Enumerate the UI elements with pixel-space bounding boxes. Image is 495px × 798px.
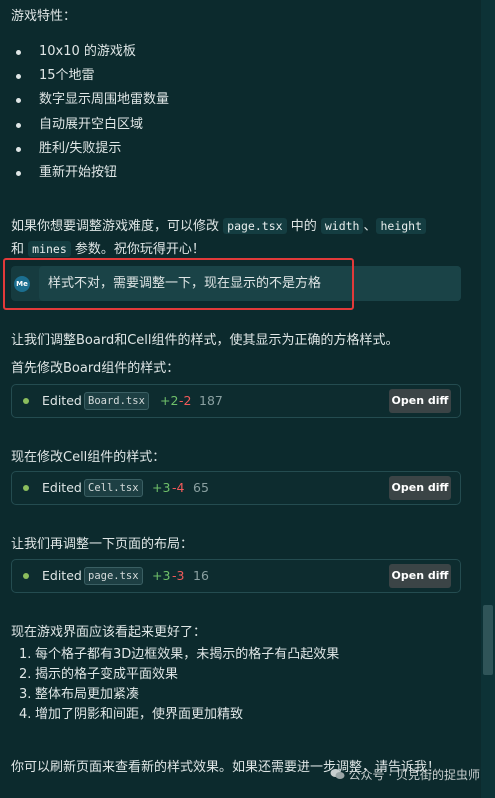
lines-added: +2 bbox=[160, 393, 179, 408]
edit-filename: page.tsx bbox=[84, 567, 143, 585]
list-item: 3. 整体布局更加紧凑 bbox=[11, 685, 339, 705]
line-count: 65 bbox=[193, 480, 209, 495]
lines-added: +3 bbox=[152, 480, 171, 495]
reply-text: 让我们调整Board和Cell组件的样式，使其显示为正确的方格样式。 bbox=[11, 333, 399, 348]
edit-label: Edited bbox=[42, 393, 82, 408]
list-item: 1. 每个格子都有3D边框效果，未揭示的格子有凸起效果 bbox=[11, 645, 339, 665]
list-number: 2. bbox=[19, 667, 32, 682]
list-item-text: 每个格子都有3D边框效果，未揭示的格子有凸起效果 bbox=[35, 647, 340, 662]
edit-card-cell[interactable]: Edited Cell.tsx +3 -4 65 Open diff bbox=[11, 471, 461, 505]
code-height: height bbox=[376, 218, 427, 234]
improvements-list: 1. 每个格子都有3D边框效果，未揭示的格子有凸起效果 2. 揭示的格子变成平面效果… bbox=[11, 645, 339, 725]
wechat-icon bbox=[330, 769, 345, 779]
list-item: 4. 增加了阴影和间距，使界面更加精致 bbox=[11, 705, 339, 725]
list-item: 10x10 的游戏板 bbox=[11, 41, 169, 65]
watermark-text: 公众号 · 贝克街的捉虫师 bbox=[348, 768, 480, 782]
reply-text: 让我们再调整一下页面的布局： bbox=[11, 537, 194, 552]
scrollbar-thumb[interactable] bbox=[483, 605, 493, 675]
lines-removed: -2 bbox=[179, 393, 192, 408]
reply-text: 首先修改Board组件的样式： bbox=[11, 361, 180, 376]
list-item-text: 整体布局更加紧凑 bbox=[35, 687, 140, 702]
list-item: 自动展开空白区域 bbox=[11, 114, 169, 138]
annotation-highlight-box bbox=[3, 258, 354, 310]
chat-panel: 游戏特性： 10x10 的游戏板 15个地雷 数字显示周围地雷数量 自动展开空白… bbox=[0, 0, 495, 798]
lines-removed: -4 bbox=[172, 480, 185, 495]
edit-label: Edited bbox=[42, 480, 82, 495]
tip-separator: 、 bbox=[363, 219, 377, 234]
tip-text: 中的 bbox=[290, 219, 317, 234]
tip-text: 如果你想要调整游戏难度，可以修改 bbox=[11, 219, 220, 234]
reply-text: 现在修改Cell组件的样式： bbox=[11, 450, 166, 465]
list-number: 3. bbox=[19, 687, 32, 702]
list-item: 2. 揭示的格子变成平面效果 bbox=[11, 665, 339, 685]
scrollbar[interactable] bbox=[481, 0, 495, 798]
edit-card-board[interactable]: Edited Board.tsx +2 -2 187 Open diff bbox=[11, 384, 461, 418]
open-diff-button[interactable]: Open diff bbox=[389, 389, 451, 413]
status-dot-icon bbox=[23, 485, 29, 491]
edit-filename: Board.tsx bbox=[84, 392, 149, 410]
tip-text: 和 bbox=[11, 242, 25, 257]
code-mines: mines bbox=[28, 241, 71, 257]
features-heading: 游戏特性： bbox=[11, 9, 77, 24]
status-dot-icon bbox=[23, 573, 29, 579]
reply-text: 现在游戏界面应该看起来更好了： bbox=[11, 625, 207, 640]
edit-label: Edited bbox=[42, 568, 82, 583]
list-item: 胜利/失败提示 bbox=[11, 138, 169, 162]
line-count: 187 bbox=[199, 393, 223, 408]
status-dot-icon bbox=[23, 398, 29, 404]
list-item-text: 增加了阴影和间距，使界面更加精致 bbox=[35, 707, 244, 722]
open-diff-button[interactable]: Open diff bbox=[389, 564, 451, 588]
list-number: 1. bbox=[19, 647, 32, 662]
watermark: 公众号 · 贝克街的捉虫师 bbox=[330, 765, 480, 785]
edit-card-page[interactable]: Edited page.tsx +3 -3 16 Open diff bbox=[11, 559, 461, 593]
list-item-text: 揭示的格子变成平面效果 bbox=[35, 667, 179, 682]
line-count: 16 bbox=[193, 568, 209, 583]
list-number: 4. bbox=[19, 707, 32, 722]
features-list: 10x10 的游戏板 15个地雷 数字显示周围地雷数量 自动展开空白区域 胜利/… bbox=[11, 41, 169, 186]
lines-added: +3 bbox=[152, 568, 171, 583]
code-file: page.tsx bbox=[223, 218, 287, 234]
list-item: 重新开始按钮 bbox=[11, 162, 169, 186]
lines-removed: -3 bbox=[172, 568, 185, 583]
edit-filename: Cell.tsx bbox=[84, 479, 143, 497]
list-item: 数字显示周围地雷数量 bbox=[11, 89, 169, 113]
code-width: width bbox=[320, 218, 364, 234]
open-diff-button[interactable]: Open diff bbox=[389, 476, 451, 500]
user-message-row: Me 样式不对，需要调整一下，现在显示的不是方格 bbox=[3, 258, 461, 310]
list-item: 15个地雷 bbox=[11, 65, 169, 89]
difficulty-tip: 如果你想要调整游戏难度，可以修改 page.tsx 中的 width、 heigh… bbox=[11, 215, 461, 261]
tip-text: 参数。祝你玩得开心！ bbox=[74, 242, 205, 257]
